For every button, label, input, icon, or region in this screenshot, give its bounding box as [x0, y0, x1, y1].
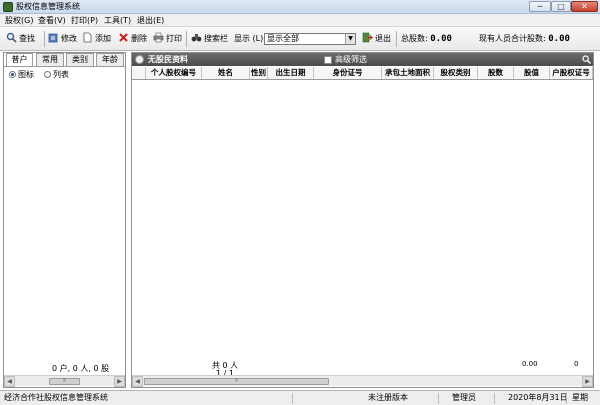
- column-header[interactable]: 承包土地面积: [382, 67, 434, 79]
- radio-checked-icon: [9, 71, 16, 78]
- column-header[interactable]: 出生日期: [268, 67, 314, 79]
- status-user: 管理员: [452, 393, 476, 402]
- search-bar-button[interactable]: 搜索栏: [191, 31, 228, 47]
- toolbar: 查找 修改 添加 删除 打印 搜索栏 显示 (L): 显示全部 ▼ 退出 总股数…: [0, 27, 600, 51]
- view-icon-radio[interactable]: 图标: [9, 70, 34, 80]
- records-title: 无股民资料: [148, 55, 188, 64]
- view-list-label: 列表: [53, 70, 69, 79]
- title-bar: 股权信息管理系统 ─ □ ✕: [0, 0, 600, 14]
- tab-households[interactable]: 普户: [6, 53, 33, 67]
- scroll-right-icon[interactable]: ▶: [582, 376, 593, 387]
- advanced-filter-checkbox[interactable]: [324, 56, 332, 64]
- minimize-button[interactable]: ─: [529, 1, 551, 12]
- tab-category[interactable]: 类别: [66, 53, 94, 66]
- table-header: 个人股权编号 姓名 性别 出生日期 身份证号 承包土地面积 股权类别 股数 股值…: [132, 67, 593, 80]
- toolbar-separator: [44, 31, 45, 47]
- edit-label: 修改: [61, 34, 77, 43]
- column-header[interactable]: 户股权证号: [550, 67, 593, 79]
- status-date: 2020年8月31日: [508, 393, 568, 402]
- status-bar: 经济合作社股权信息管理系统 未注册版本 管理员 2020年8月31日 星期: [0, 390, 600, 405]
- pencil-icon: [48, 33, 58, 43]
- status-separator: [292, 393, 293, 404]
- scroll-left-icon[interactable]: ◀: [4, 376, 15, 387]
- left-panel: 普户 常用 类别 年龄 图标 列表 0 户, 0 人, 0 股 ◀ ⦀ ▶: [3, 52, 126, 388]
- chevron-down-icon[interactable]: ▼: [345, 34, 355, 44]
- column-header[interactable]: 性别: [250, 67, 268, 79]
- printer-icon: [153, 32, 164, 43]
- red-x-icon: [119, 33, 128, 42]
- advanced-filter-label[interactable]: 高级筛选: [335, 54, 367, 65]
- add-button[interactable]: 添加: [82, 31, 111, 47]
- scroll-thumb[interactable]: ⦀: [49, 378, 80, 385]
- total-shares-label: 总股数:: [401, 34, 428, 43]
- tab-common[interactable]: 常用: [36, 53, 64, 66]
- magnifier-icon: [6, 32, 17, 43]
- print-label: 打印: [166, 34, 182, 43]
- column-header[interactable]: 股数: [478, 67, 514, 79]
- column-header[interactable]: 股值: [514, 67, 550, 79]
- toolbar-separator: [396, 31, 397, 47]
- tab-divider: [4, 66, 125, 67]
- binoculars-icon: [191, 34, 202, 42]
- window-title: 股权信息管理系统: [16, 2, 80, 11]
- status-separator: [494, 393, 495, 404]
- row-selector-column: [132, 67, 146, 79]
- member-total-label: 现有人员合计股数:: [479, 34, 546, 43]
- scroll-thumb[interactable]: ⦀: [144, 378, 329, 385]
- add-label: 添加: [95, 34, 111, 43]
- scroll-left-icon[interactable]: ◀: [132, 376, 143, 387]
- menu-bar: 股权(G) 查看(V) 打印(P) 工具(T) 退出(E): [0, 14, 600, 27]
- menu-exit[interactable]: 退出(E): [137, 15, 164, 26]
- display-select-value: 显示全部: [267, 34, 299, 43]
- menu-tools[interactable]: 工具(T): [104, 15, 131, 26]
- column-header[interactable]: 个人股权编号: [146, 67, 202, 79]
- status-registration: 未注册版本: [368, 393, 408, 402]
- delete-label: 删除: [131, 34, 147, 43]
- display-label: 显示 (L):: [234, 34, 266, 43]
- view-icon-label: 图标: [18, 70, 34, 79]
- household-count: 0 户, 0 人, 0 股: [52, 364, 110, 373]
- status-separator: [438, 393, 439, 404]
- left-horizontal-scrollbar[interactable]: ◀ ⦀ ▶: [4, 375, 125, 387]
- maximize-button[interactable]: □: [551, 1, 571, 12]
- menu-equity[interactable]: 股权(G): [5, 15, 33, 26]
- logo-icon: [135, 55, 144, 64]
- edit-button[interactable]: 修改: [48, 31, 77, 47]
- records-header: 无股民资料 高级筛选: [132, 53, 593, 66]
- query-label: 查找: [19, 34, 35, 43]
- total-shares: 总股数: 0.00: [401, 31, 452, 47]
- exit-button[interactable]: 退出: [362, 31, 391, 47]
- status-weekday: 星期: [572, 393, 588, 402]
- exit-label: 退出: [375, 34, 391, 43]
- view-list-radio[interactable]: 列表: [44, 70, 69, 80]
- exit-icon: [362, 32, 373, 43]
- shares-sum: 0.00: [522, 360, 538, 368]
- column-header[interactable]: 姓名: [202, 67, 250, 79]
- new-doc-icon: [83, 32, 92, 43]
- member-total: 现有人员合计股数: 0.00: [479, 31, 570, 47]
- column-header[interactable]: 股权类别: [434, 67, 478, 79]
- column-header[interactable]: 身份证号: [314, 67, 382, 79]
- member-total-value: 0.00: [548, 34, 570, 44]
- search-bar-label: 搜索栏: [204, 34, 228, 43]
- app-icon: [3, 2, 13, 12]
- right-panel: 无股民资料 高级筛选 个人股权编号 姓名 性别 出生日期 身份证号 承包土地面积…: [131, 52, 594, 388]
- delete-button[interactable]: 删除: [118, 31, 147, 47]
- close-button[interactable]: ✕: [571, 1, 598, 12]
- status-separator: [566, 393, 567, 404]
- table-horizontal-scrollbar[interactable]: ◀ ⦀ ▶: [132, 375, 593, 387]
- value-sum: 0: [574, 360, 579, 368]
- query-button[interactable]: 查找: [6, 31, 35, 47]
- print-button[interactable]: 打印: [153, 31, 182, 47]
- search-icon[interactable]: [582, 55, 591, 64]
- scroll-right-icon[interactable]: ▶: [114, 376, 125, 387]
- total-shares-value: 0.00: [430, 34, 452, 44]
- menu-print[interactable]: 打印(P): [71, 15, 98, 26]
- status-app-name: 经济合作社股权信息管理系统: [4, 393, 108, 402]
- toolbar-separator: [186, 31, 187, 47]
- display-select[interactable]: 显示全部 ▼: [264, 33, 356, 45]
- tab-age[interactable]: 年龄: [96, 53, 124, 66]
- menu-view[interactable]: 查看(V): [38, 15, 66, 26]
- radio-unchecked-icon: [44, 71, 51, 78]
